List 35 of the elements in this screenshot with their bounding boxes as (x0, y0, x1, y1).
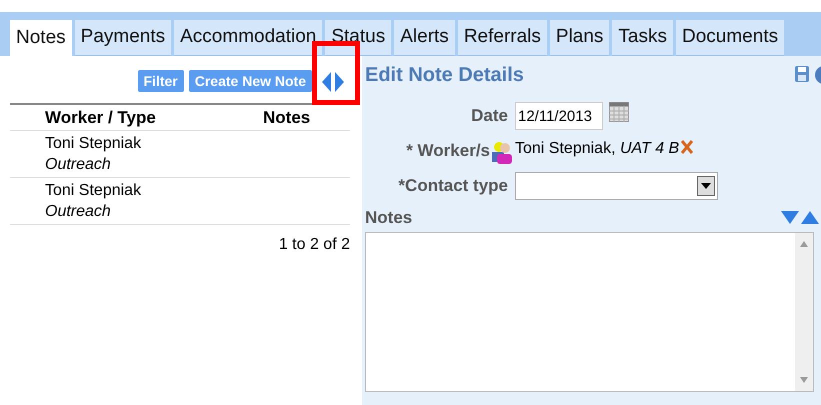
tab[interactable]: Documents (676, 20, 784, 56)
contact-type-select[interactable] (515, 172, 718, 200)
table-row[interactable]: Toni Stepniak Outreach (10, 131, 350, 178)
notes-label: Notes (365, 206, 412, 229)
worker-name: Toni Stepniak (45, 181, 142, 201)
tab[interactable]: Alerts (394, 20, 455, 56)
triangle-up-icon[interactable] (801, 211, 819, 224)
column-header: Worker / Type (45, 106, 157, 129)
scroll-up-icon[interactable] (800, 240, 808, 246)
date-field[interactable]: 12/11/2013 (515, 102, 603, 130)
panel-title: Edit Note Details (365, 63, 524, 88)
tab[interactable]: Payments (74, 20, 172, 56)
tab[interactable]: Notes (10, 20, 72, 56)
triangle-down-icon[interactable] (781, 211, 799, 224)
workers-label: * Worker/s (406, 140, 490, 162)
tab[interactable]: Referrals (458, 20, 547, 56)
table-row[interactable]: Toni Stepniak Outreach (10, 178, 350, 225)
tab[interactable]: Plans (550, 20, 610, 56)
calendar-icon[interactable] (609, 102, 629, 122)
scroll-down-icon[interactable] (800, 376, 808, 382)
contact-type: Outreach (45, 202, 112, 222)
remove-icon[interactable] (681, 140, 694, 154)
column-header: Notes (263, 106, 310, 129)
contact-type: Outreach (45, 155, 112, 175)
save-icon[interactable] (794, 65, 810, 83)
tab[interactable]: Accommodation (174, 20, 322, 56)
people-icon[interactable] (492, 140, 512, 164)
contact-type-label: *Contact type (397, 174, 508, 197)
tab[interactable]: Tasks (612, 20, 673, 56)
date-label: Date (470, 105, 508, 128)
scrollbar[interactable] (795, 232, 813, 390)
worker-value: Toni Stepniak, UAT 4 B (515, 138, 680, 159)
pagination-text: 1 to 2 of 2 (278, 235, 350, 255)
worker-name: Toni Stepniak (45, 134, 142, 154)
collapse-toggle-icon[interactable] (320, 70, 346, 94)
